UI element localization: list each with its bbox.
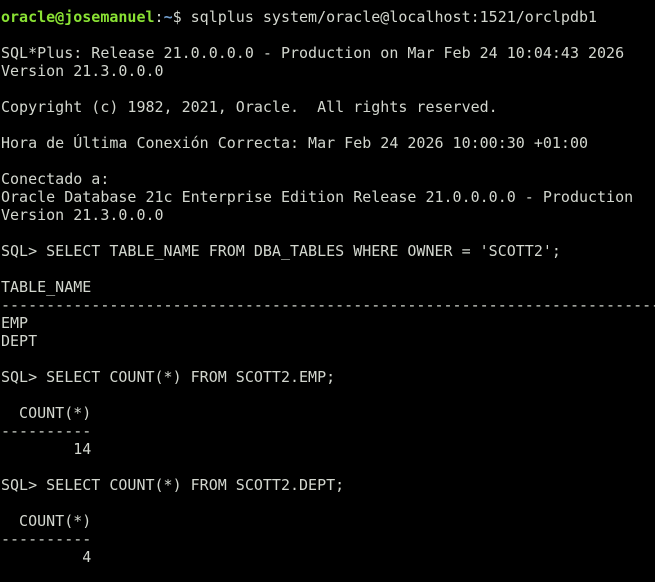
result-separator: ---------- [1, 530, 92, 548]
shell-prompt-line: oracle@josemanuel:~$ sqlplus system/orac… [0, 8, 655, 26]
sql-command-1: SQL> SELECT TABLE_NAME FROM DBA_TABLES W… [1, 242, 561, 260]
prompt-separator: : [154, 8, 164, 26]
terminal-window[interactable]: oracle@josemanuel:~$ sqlplus system/orac… [0, 0, 655, 582]
result-separator: ---------- [1, 422, 92, 440]
result-header-count: COUNT(*) [1, 404, 92, 422]
banner-last-login: Hora de Última Conexión Correcta: Mar Fe… [1, 134, 588, 152]
banner-database: Oracle Database 21c Enterprise Edition R… [1, 188, 634, 206]
prompt-path: ~ [163, 8, 173, 26]
shell-command: sqlplus system/oracle@localhost:1521/orc… [190, 8, 598, 26]
prompt-user-host: oracle@josemanuel [1, 8, 155, 26]
banner-copyright: Copyright (c) 1982, 2021, Oracle. All ri… [1, 98, 498, 116]
result-row: EMP [1, 314, 29, 332]
result-separator: ----------------------------------------… [1, 296, 655, 314]
prompt-symbol: $ [172, 8, 191, 26]
banner-db-version: Version 21.3.0.0.0 [1, 206, 164, 224]
sql-command-2: SQL> SELECT COUNT(*) FROM SCOTT2.EMP; [1, 368, 336, 386]
banner-connected: Conectado a: [1, 170, 110, 188]
result-header-table-name: TABLE_NAME [1, 278, 92, 296]
sql-command-3: SQL> SELECT COUNT(*) FROM SCOTT2.DEPT; [1, 476, 345, 494]
banner-release: SQL*Plus: Release 21.0.0.0.0 - Productio… [1, 44, 625, 62]
result-header-count: COUNT(*) [1, 512, 92, 530]
banner-version: Version 21.3.0.0.0 [1, 62, 164, 80]
result-row: DEPT [1, 332, 38, 350]
result-value-count-emp: 14 [1, 440, 92, 458]
result-value-count-dept: 4 [1, 548, 92, 566]
